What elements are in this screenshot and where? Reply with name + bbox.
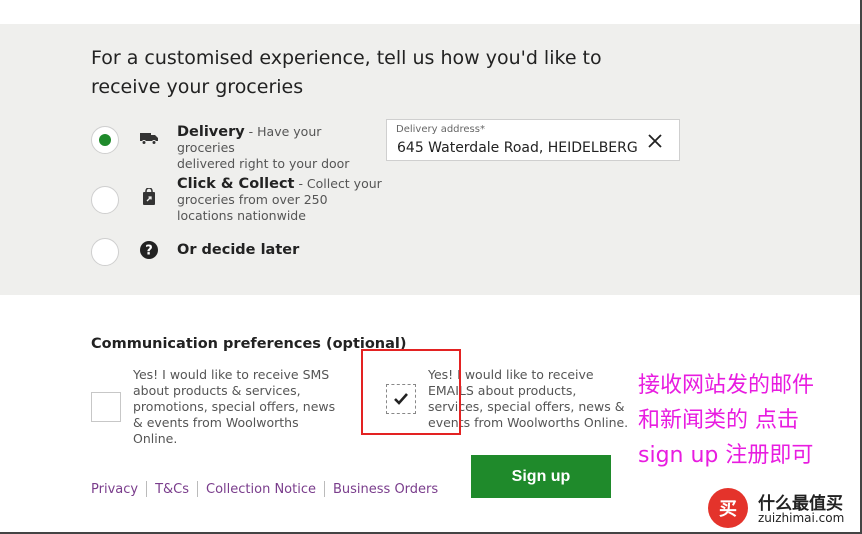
watermark-logo: 买 — [708, 488, 748, 528]
privacy-link[interactable]: Privacy — [91, 482, 138, 497]
annotation-line-3: sign up 注册即可 — [638, 443, 814, 468]
delivery-address-label: Delivery address* — [396, 124, 485, 135]
click-collect-title: Click & Collect — [177, 176, 295, 192]
link-divider — [197, 481, 199, 497]
sign-up-button[interactable]: Sign up — [471, 455, 611, 498]
close-icon[interactable] — [647, 133, 663, 149]
link-divider — [323, 481, 325, 497]
footer-links: Privacy T&Cs Collection Notice Business … — [91, 481, 438, 497]
decide-later-title: Or decide later — [177, 242, 300, 258]
delivery-address-field[interactable]: Delivery address* 645 Waterdale Road, HE… — [386, 119, 680, 161]
annotation-line-1: 接收网站发的邮件 — [638, 373, 815, 398]
watermark-domain: zuizhimai.com — [758, 511, 845, 525]
terms-link[interactable]: T&Cs — [155, 482, 189, 497]
question-mark-icon: ? — [139, 240, 159, 260]
decide-later-option-text[interactable]: Or decide later — [177, 242, 382, 258]
shopping-bag-icon — [139, 187, 159, 207]
click-collect-option-text[interactable]: Click & Collect - Collect your groceries… — [177, 176, 382, 224]
decide-later-radio[interactable] — [91, 238, 119, 266]
sms-opt-in-text: Yes! I would like to receive SMS about p… — [133, 367, 336, 446]
page-heading: For a customised experience, tell us how… — [91, 47, 602, 98]
collection-notice-link[interactable]: Collection Notice — [206, 482, 316, 497]
truck-icon — [139, 128, 159, 148]
link-divider — [146, 481, 148, 497]
delivery-radio[interactable] — [91, 126, 119, 154]
business-orders-link[interactable]: Business Orders — [333, 482, 438, 497]
delivery-address-input[interactable]: 645 Waterdale Road, HEIDELBERG WEST — [397, 140, 641, 156]
click-collect-radio[interactable] — [91, 186, 119, 214]
annotation-line-2: 和新闻类的 点击 — [638, 408, 799, 433]
communication-preferences-title: Communication preferences (optional) — [91, 336, 407, 352]
delivery-option-text[interactable]: Delivery - Have your groceries delivered… — [177, 124, 382, 172]
highlight-box — [361, 349, 461, 435]
delivery-title: Delivery — [177, 124, 245, 140]
svg-text:?: ? — [145, 244, 153, 259]
sms-opt-in-checkbox[interactable] — [91, 392, 121, 422]
